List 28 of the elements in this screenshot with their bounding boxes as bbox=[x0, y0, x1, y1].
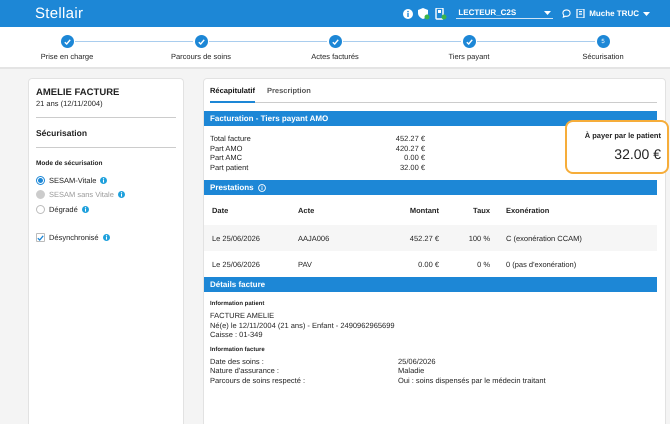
check-icon bbox=[466, 38, 472, 44]
section-title: Prestations bbox=[210, 183, 254, 192]
building-icon bbox=[576, 9, 586, 18]
radio-button[interactable] bbox=[36, 176, 45, 185]
info-icon[interactable] bbox=[102, 234, 110, 242]
radio-button[interactable] bbox=[36, 204, 45, 214]
info-icon[interactable] bbox=[118, 191, 125, 198]
info-icon[interactable] bbox=[100, 176, 108, 184]
check-icon bbox=[64, 38, 70, 44]
caret-icon[interactable] bbox=[643, 12, 650, 16]
check-icon bbox=[332, 38, 338, 44]
reader-select[interactable]: LECTEUR_C2S bbox=[456, 8, 554, 19]
info-icon[interactable] bbox=[403, 8, 414, 18]
shield-icon[interactable] bbox=[418, 8, 430, 20]
patient-name: AMELIE FACTURE bbox=[36, 87, 120, 98]
amount-due-value: 32.00 € bbox=[614, 146, 661, 162]
user-menu[interactable]: Muche TRUC bbox=[576, 9, 650, 18]
card-reader-icon[interactable] bbox=[435, 8, 448, 20]
chat-icon[interactable] bbox=[562, 9, 572, 18]
logo: Stellair bbox=[35, 5, 84, 22]
info-icon[interactable] bbox=[258, 184, 266, 192]
check-icon bbox=[198, 38, 204, 44]
section-header: Détails facture bbox=[204, 277, 657, 292]
checkbox[interactable] bbox=[36, 233, 45, 242]
info-icon[interactable] bbox=[82, 206, 89, 213]
section-header: Facturation - Tiers payant AMO bbox=[204, 111, 657, 126]
section-title: Sécurisation bbox=[36, 128, 88, 138]
caret-icon[interactable] bbox=[544, 10, 552, 14]
